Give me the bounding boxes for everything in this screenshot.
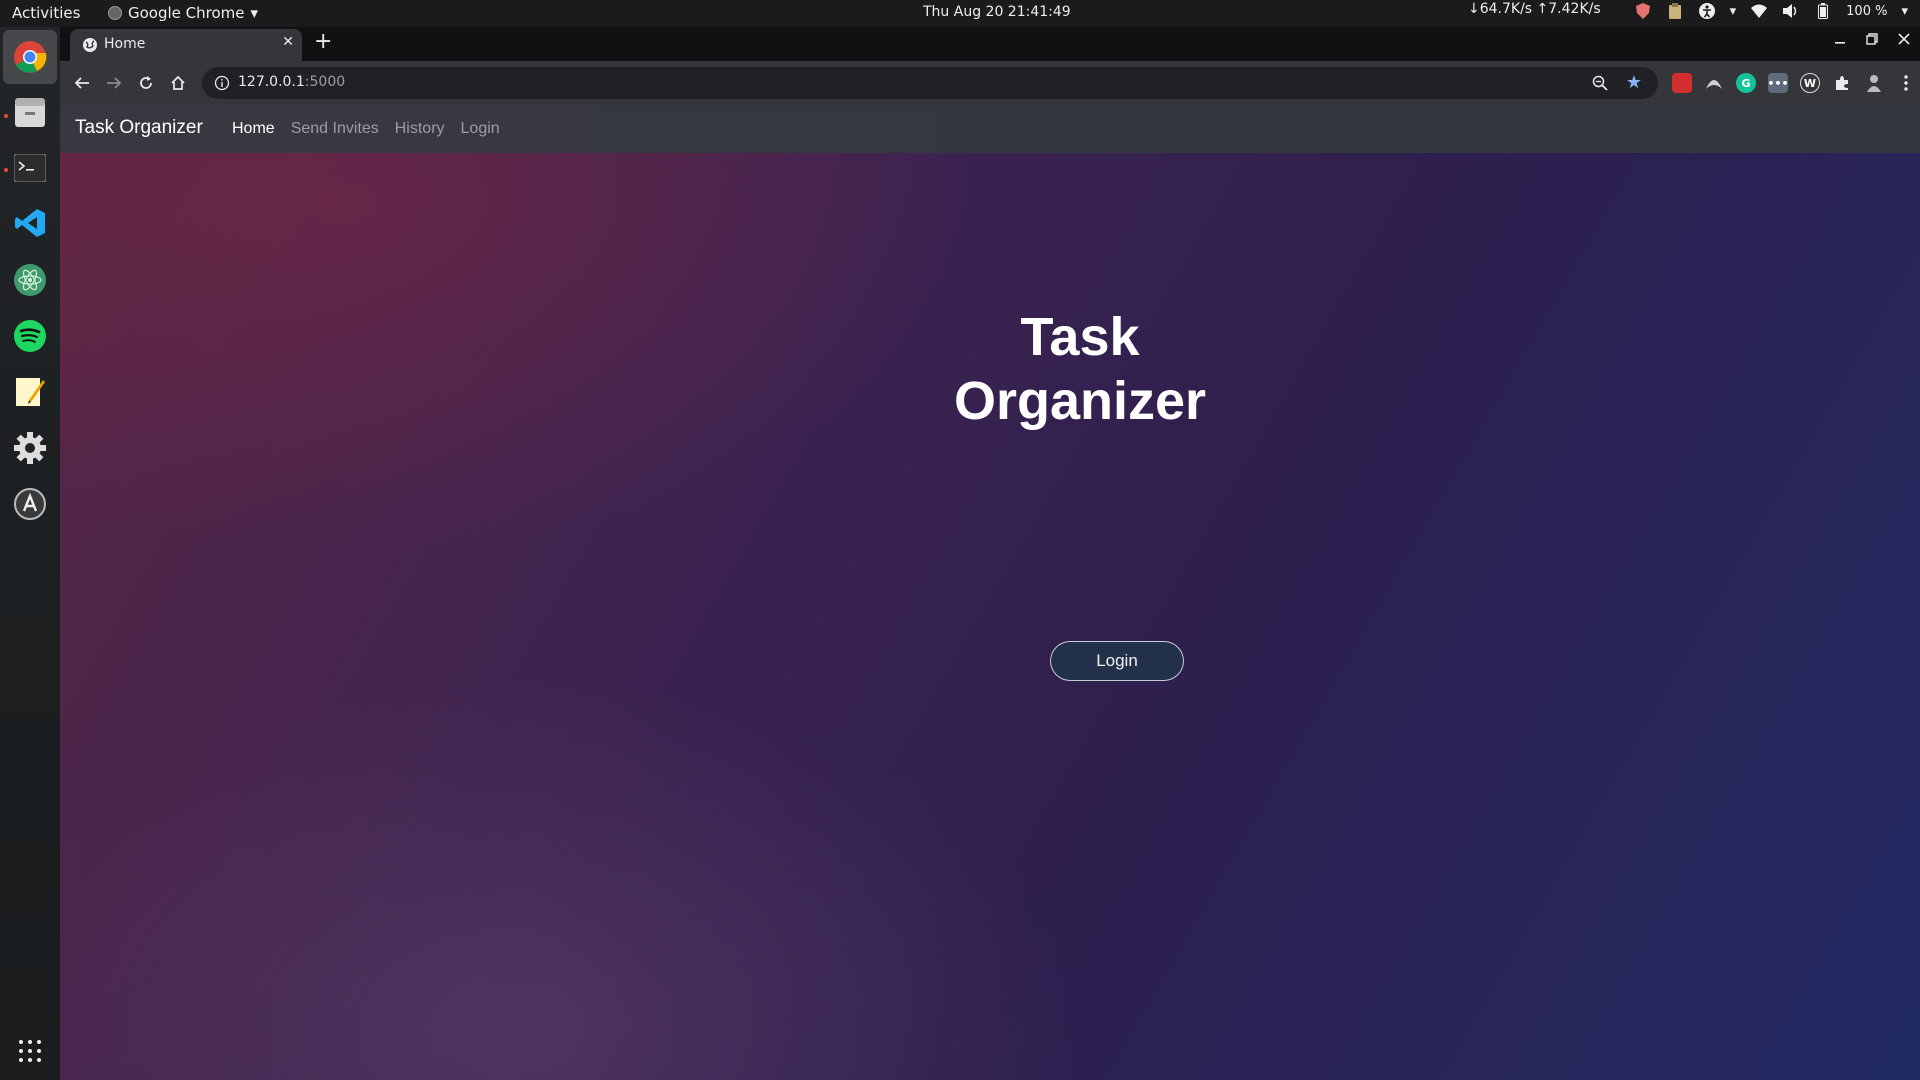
chevron-down-icon[interactable]: ▾ bbox=[1901, 4, 1908, 19]
reload-icon[interactable] bbox=[134, 71, 158, 95]
terminal-icon[interactable] bbox=[9, 147, 51, 189]
application-dock bbox=[0, 27, 60, 1080]
nav-link-history[interactable]: History bbox=[395, 120, 445, 138]
nav-link-home[interactable]: Home bbox=[232, 120, 275, 138]
clock[interactable]: Thu Aug 20 21:41:49 bbox=[923, 4, 1071, 20]
globe-icon bbox=[82, 37, 98, 53]
home-icon[interactable] bbox=[166, 71, 190, 95]
tab-title: Home bbox=[104, 36, 146, 52]
files-icon[interactable] bbox=[9, 92, 51, 134]
extensions-puzzle-icon[interactable] bbox=[1832, 73, 1852, 93]
spotify-icon[interactable] bbox=[9, 315, 51, 357]
settings-icon[interactable] bbox=[9, 427, 51, 469]
web-page: Task Organizer Home Send Invites History… bbox=[60, 105, 1920, 1080]
text-editor-icon[interactable] bbox=[9, 371, 51, 413]
page-title: Task Organizer bbox=[880, 305, 1280, 433]
title-line-1: Task bbox=[1020, 307, 1140, 367]
network-speed-indicator[interactable]: ↓64.7K/s ↑7.42K/s bbox=[1468, 1, 1601, 17]
volume-icon[interactable] bbox=[1782, 2, 1800, 20]
chrome-app-icon bbox=[108, 6, 122, 20]
minimize-icon[interactable] bbox=[1834, 33, 1846, 49]
system-top-bar: Activities Google Chrome ▾ Thu Aug 20 21… bbox=[0, 0, 1920, 27]
grammarly-icon[interactable]: G bbox=[1736, 73, 1756, 93]
url-host: 127.0.0.1 bbox=[238, 74, 305, 90]
forward-arrow-icon[interactable] bbox=[102, 71, 126, 95]
kebab-menu-icon[interactable] bbox=[1896, 73, 1916, 93]
wappalyzer-icon[interactable]: W bbox=[1800, 73, 1820, 93]
nav-links: Home Send Invites History Login bbox=[232, 120, 500, 138]
zoom-icon[interactable] bbox=[1592, 75, 1608, 95]
url-port: :5000 bbox=[304, 74, 346, 90]
navbar-brand[interactable]: Task Organizer bbox=[75, 117, 203, 139]
window-controls bbox=[1834, 33, 1910, 49]
atom-icon[interactable] bbox=[9, 259, 51, 301]
tab-strip: Home ✕ + bbox=[60, 27, 1920, 61]
shield-icon[interactable] bbox=[1634, 2, 1652, 20]
office-extension-icon[interactable] bbox=[1672, 73, 1692, 93]
chevron-down-icon: ▾ bbox=[250, 4, 259, 22]
extensions-bar: G ••• W bbox=[1672, 73, 1916, 93]
info-icon[interactable] bbox=[214, 75, 230, 91]
login-button[interactable]: Login bbox=[1050, 641, 1184, 681]
running-indicator bbox=[4, 114, 8, 118]
title-line-2: Organizer bbox=[953, 371, 1207, 431]
system-tray: ▾ 100 % ▾ bbox=[1634, 2, 1908, 20]
site-navbar: Task Organizer Home Send Invites History… bbox=[60, 105, 1920, 153]
bookmark-star-icon[interactable]: ★ bbox=[1626, 72, 1642, 93]
activities-button[interactable]: Activities bbox=[12, 4, 80, 22]
new-tab-button[interactable]: + bbox=[314, 29, 332, 54]
battery-percentage: 100 % bbox=[1846, 3, 1888, 19]
chrome-icon[interactable] bbox=[3, 30, 57, 84]
software-updater-icon[interactable] bbox=[9, 483, 51, 525]
arch-extension-icon[interactable] bbox=[1704, 73, 1724, 93]
nav-link-login[interactable]: Login bbox=[461, 120, 500, 138]
clipboard-icon[interactable] bbox=[1666, 2, 1684, 20]
back-arrow-icon[interactable] bbox=[70, 71, 94, 95]
app-grid-icon[interactable] bbox=[9, 1030, 51, 1072]
password-manager-icon[interactable]: ••• bbox=[1767, 73, 1789, 93]
app-menu-label: Google Chrome bbox=[128, 4, 245, 22]
close-window-icon[interactable] bbox=[1898, 33, 1910, 49]
tab-home[interactable]: Home ✕ bbox=[70, 29, 302, 61]
nav-link-send-invites[interactable]: Send Invites bbox=[291, 120, 379, 138]
wifi-icon[interactable] bbox=[1750, 2, 1768, 20]
profile-avatar-icon[interactable] bbox=[1864, 73, 1884, 93]
chevron-down-icon[interactable]: ▾ bbox=[1730, 4, 1737, 19]
url-text[interactable]: 127.0.0.1:5000 bbox=[238, 74, 345, 90]
vscode-icon[interactable] bbox=[9, 202, 51, 244]
browser-toolbar: 127.0.0.1:5000 ★ G ••• W bbox=[60, 61, 1920, 105]
app-menu[interactable]: Google Chrome ▾ bbox=[108, 4, 258, 22]
accessibility-icon[interactable] bbox=[1698, 2, 1716, 20]
battery-icon[interactable] bbox=[1814, 2, 1832, 20]
running-indicator bbox=[4, 168, 8, 172]
close-tab-icon[interactable]: ✕ bbox=[282, 34, 294, 50]
address-bar[interactable]: 127.0.0.1:5000 ★ bbox=[202, 67, 1658, 99]
browser-window: Home ✕ + 127.0.0.1:5000 ★ G ••• W Task O… bbox=[60, 27, 1920, 1080]
restore-icon[interactable] bbox=[1866, 33, 1878, 49]
